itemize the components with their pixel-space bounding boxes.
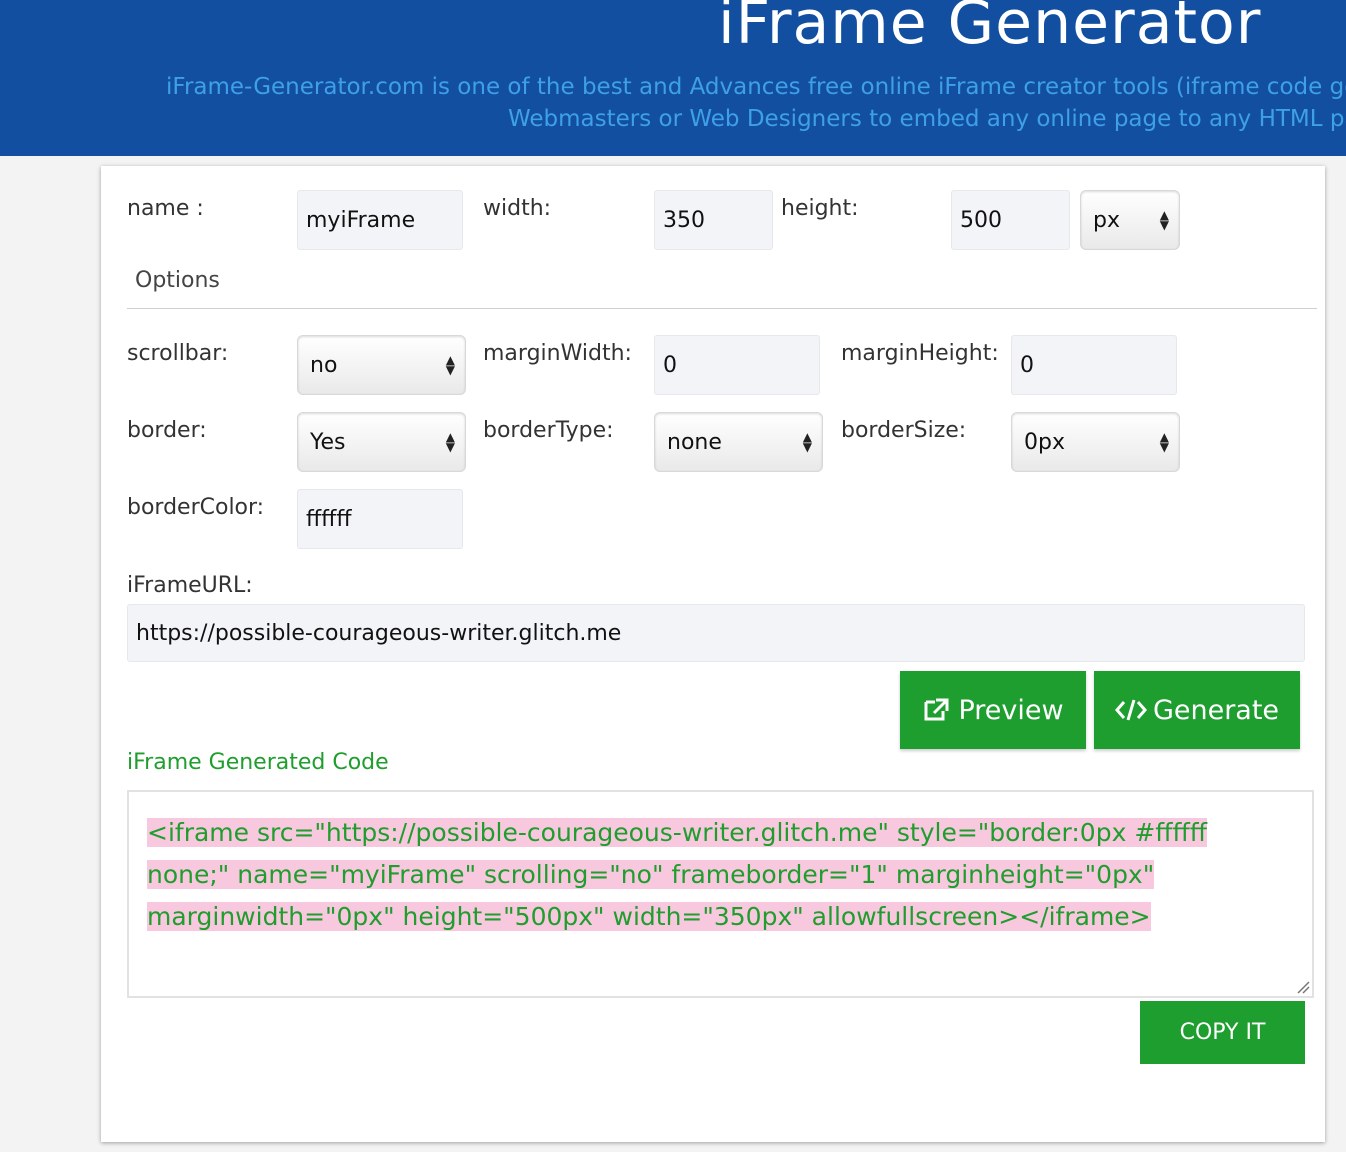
select-arrows-icon: ▲ ▼ xyxy=(802,430,812,454)
width-label: width: xyxy=(483,196,552,221)
options-divider xyxy=(127,308,1317,309)
bordersize-label: borderSize: xyxy=(841,418,967,443)
bordertype-label: borderType: xyxy=(483,418,614,443)
unit-select[interactable]: px ▲ ▼ xyxy=(1080,190,1180,250)
url-label: iFrameURL: xyxy=(127,573,253,598)
header-subtitle-line1: iFrame-Generator.com is one of the best … xyxy=(166,74,1346,100)
preview-button[interactable]: Preview xyxy=(900,671,1086,749)
generated-code-heading: iFrame Generated Code xyxy=(127,750,389,775)
height-label: height: xyxy=(781,196,859,221)
bordercolor-input[interactable]: ffffff xyxy=(297,489,463,549)
marginwidth-label: marginWidth: xyxy=(483,341,632,366)
name-label: name : xyxy=(127,196,204,221)
code-line-3: marginwidth="0px" height="500px" width="… xyxy=(147,902,1151,931)
bordersize-select[interactable]: 0px ▲ ▼ xyxy=(1011,412,1180,472)
select-arrows-icon: ▲ ▼ xyxy=(445,353,455,377)
site-header: iFrame Generator iFrame-Generator.com is… xyxy=(0,0,1346,156)
marginheight-label: marginHeight: xyxy=(841,341,999,366)
copy-button[interactable]: COPY IT xyxy=(1140,1001,1305,1064)
border-label: border: xyxy=(127,418,207,443)
generate-button[interactable]: Generate xyxy=(1094,671,1300,749)
bordercolor-label: borderColor: xyxy=(127,495,265,520)
code-line-2: none;" name="myiFrame" scrolling="no" fr… xyxy=(147,860,1155,889)
generated-code-text: <iframe src="https://possible-courageous… xyxy=(147,812,1297,938)
unit-select-value: px xyxy=(1093,207,1120,233)
page-title: iFrame Generator xyxy=(718,0,1262,58)
bordersize-select-value: 0px xyxy=(1024,429,1065,455)
scrollbar-label: scrollbar: xyxy=(127,341,229,366)
header-subtitle-line2: Webmasters or Web Designers to embed any… xyxy=(508,106,1346,132)
border-select-value: Yes xyxy=(310,429,346,455)
marginheight-input[interactable]: 0 xyxy=(1011,335,1177,395)
code-line-1: <iframe src="https://possible-courageous… xyxy=(147,818,1207,847)
marginwidth-input[interactable]: 0 xyxy=(654,335,820,395)
scrollbar-select-value: no xyxy=(310,352,338,378)
scrollbar-select[interactable]: no ▲ ▼ xyxy=(297,335,466,395)
bordertype-select[interactable]: none ▲ ▼ xyxy=(654,412,823,472)
border-select[interactable]: Yes ▲ ▼ xyxy=(297,412,466,472)
resize-handle-icon[interactable] xyxy=(1296,980,1310,994)
preview-label: Preview xyxy=(958,694,1064,726)
generated-code-textarea[interactable]: <iframe src="https://possible-courageous… xyxy=(127,790,1314,998)
select-arrows-icon: ▲ ▼ xyxy=(445,430,455,454)
height-input[interactable]: 500 xyxy=(951,190,1070,250)
bordertype-select-value: none xyxy=(667,429,722,455)
code-icon xyxy=(1114,697,1147,723)
url-input[interactable]: https://possible-courageous-writer.glitc… xyxy=(127,604,1305,662)
generator-card: name : myiFrame width: 350 height: 500 p… xyxy=(101,166,1325,1142)
options-heading: Options xyxy=(135,268,220,293)
select-arrows-icon: ▲ ▼ xyxy=(1159,208,1169,232)
width-input[interactable]: 350 xyxy=(654,190,773,250)
select-arrows-icon: ▲ ▼ xyxy=(1159,430,1169,454)
external-link-icon xyxy=(922,697,950,723)
name-input[interactable]: myiFrame xyxy=(297,190,463,250)
generate-label: Generate xyxy=(1152,694,1280,726)
